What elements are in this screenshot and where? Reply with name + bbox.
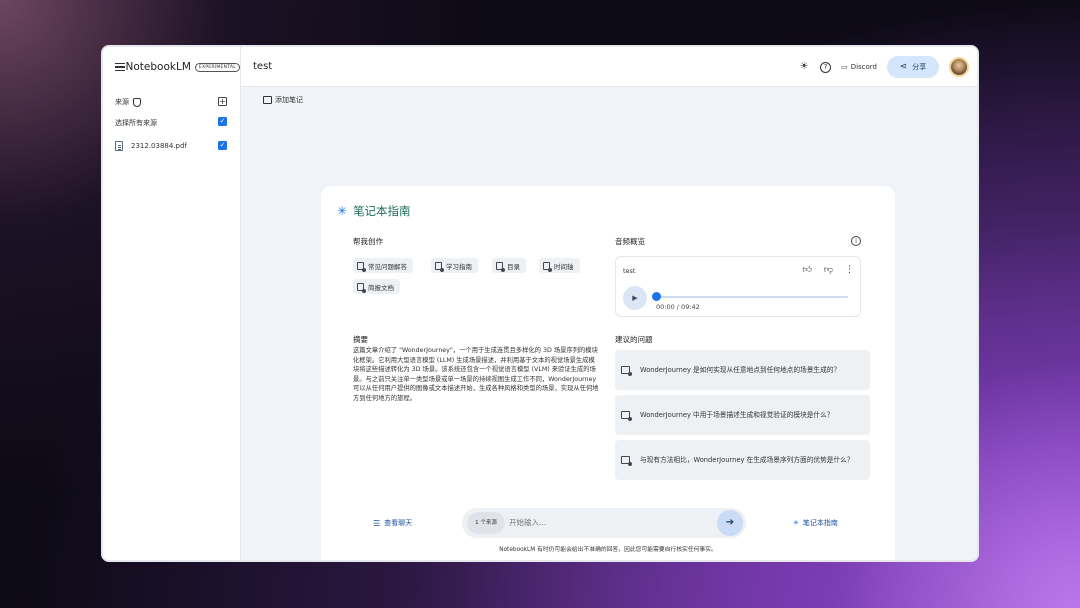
guide-title-text: 笔记本指南 — [353, 204, 411, 218]
chip-faq[interactable]: 常见问题解答 — [353, 258, 413, 273]
select-all-row: 选择所有来源 — [115, 118, 157, 128]
chat-input[interactable] — [509, 508, 689, 538]
guide-title: ✳ 笔记本指南 — [337, 203, 411, 219]
more-vert-icon[interactable]: ⋮ — [845, 265, 854, 275]
suggested-question[interactable]: 与现有方法相比，WonderJourney 在生成场景序列方面的优势是什么？ — [615, 440, 870, 480]
question-text: 与现有方法相比，WonderJourney 在生成场景序列方面的优势是什么？ — [640, 456, 854, 464]
chip-label: 时间轴 — [554, 262, 574, 271]
chat-bubble-icon: ▭ — [841, 63, 848, 71]
audio-time: 00:00 / 09:42 — [656, 303, 700, 311]
send-button[interactable]: ➔ — [717, 510, 743, 536]
timeline-icon — [543, 261, 552, 272]
chip-label: 简报文档 — [368, 283, 394, 292]
sparkle-icon: ✳ — [337, 204, 348, 218]
notebook-guide-label: 笔记本指南 — [802, 519, 838, 527]
chip-label: 常见问题解答 — [368, 262, 407, 271]
source-count-badge[interactable]: 1 个来源 — [467, 512, 505, 534]
topbar-actions: ☀ ? ▭ Discord ⋖ 分享 — [798, 47, 969, 87]
help-icon[interactable]: ? — [820, 61, 832, 73]
audio-progress-handle[interactable] — [652, 292, 661, 301]
thumbs-up-icon[interactable]: 👍︎ — [802, 265, 811, 275]
share-button[interactable]: ⋖ 分享 — [887, 56, 939, 78]
share-icon: ⋖ — [899, 62, 908, 72]
select-all-label: 选择所有来源 — [115, 119, 157, 127]
menu-icon[interactable] — [115, 63, 125, 71]
question-text: WonderJourney 中用于场景描述生成和视觉验证的模块是什么？ — [640, 411, 834, 419]
audio-player: test 👍︎ 👎︎ ⋮ ▶ 00:00 / 09:42 — [615, 256, 861, 317]
add-note-label: 添加笔记 — [275, 96, 303, 104]
chip-toc[interactable]: 目录 — [492, 258, 526, 273]
audio-overview-label: 音频概览 — [615, 237, 645, 246]
chat-bar: ☰ 查看聊天 1 个来源 ➔ ✳ 笔记本指南 — [321, 508, 895, 548]
select-all-checkbox[interactable]: ✓ — [218, 117, 227, 126]
disclaimer: NotebookLM 有时仍可能会给出不准确的回答，因此您可能需要自行核实任何事… — [499, 547, 717, 553]
discord-label: Discord — [850, 63, 877, 71]
briefing-doc-icon — [357, 282, 366, 293]
brightness-icon[interactable]: ☀ — [798, 61, 810, 73]
top-bar: test ☀ ? ▭ Discord ⋖ 分享 — [241, 47, 977, 87]
share-label: 分享 — [912, 63, 927, 71]
summary-text: 这篇文章介绍了 "WonderJourney"，一个用于生成连贯且多样化的 3D… — [353, 347, 599, 402]
suggested-question[interactable]: WonderJourney 是如何实现从任意地点到任何地点的场景生成的？ — [615, 350, 870, 390]
avatar[interactable] — [949, 57, 969, 77]
question-icon — [621, 456, 632, 466]
view-chat-button[interactable]: ☰ 查看聊天 — [373, 518, 412, 528]
chip-label: 目录 — [507, 262, 520, 271]
sources-header: 来源 — [115, 97, 141, 107]
info-icon[interactable]: i — [851, 236, 861, 246]
shield-icon — [133, 97, 141, 107]
source-item[interactable]: 2312.03884.pdf — [115, 141, 187, 151]
source-checkbox[interactable]: ✓ — [218, 141, 227, 150]
sparkle-icon: ✳ — [793, 519, 799, 527]
app-logo: NotebookLM — [125, 61, 191, 73]
app-window: NotebookLM EXPERIMENTAL 来源 + 选择所有来源 ✓ 23… — [101, 45, 979, 562]
audio-progress-track[interactable] — [656, 296, 848, 298]
question-icon — [621, 411, 632, 421]
suggested-questions-label: 建议的问题 — [615, 335, 653, 344]
source-file-name: 2312.03884.pdf — [131, 142, 187, 150]
play-button[interactable]: ▶ — [623, 286, 647, 310]
chat-input-container: 1 个来源 ➔ — [462, 508, 746, 538]
chip-label: 学习指南 — [446, 262, 472, 271]
thumbs-down-icon[interactable]: 👎︎ — [824, 265, 833, 275]
notebook-guide-card: ✳ 笔记本指南 帮我创作 常见问题解答 学习指南 目录 时间轴 简报文档 摘要 … — [321, 186, 895, 560]
faq-icon — [357, 261, 366, 272]
chip-study-guide[interactable]: 学习指南 — [431, 258, 478, 273]
add-note-button[interactable]: 添加笔记 — [263, 95, 303, 105]
notebook-guide-button[interactable]: ✳ 笔记本指南 — [793, 518, 838, 528]
notebook-title[interactable]: test — [253, 61, 272, 72]
sources-label: 来源 — [115, 98, 129, 106]
study-guide-icon — [435, 261, 444, 272]
sidebar-header: NotebookLM EXPERIMENTAL — [103, 47, 240, 87]
chat-list-icon: ☰ — [373, 518, 381, 528]
question-text: WonderJourney 是如何实现从任意地点到任何地点的场景生成的？ — [640, 366, 841, 374]
sources-sidebar: NotebookLM EXPERIMENTAL 来源 + 选择所有来源 ✓ 23… — [103, 47, 241, 560]
experimental-badge: EXPERIMENTAL — [194, 62, 240, 72]
document-icon — [115, 141, 123, 151]
audio-actions: 👍︎ 👎︎ ⋮ — [802, 265, 854, 275]
add-source-button[interactable]: + — [218, 97, 227, 106]
summary-label: 摘要 — [353, 335, 368, 344]
help-create-label: 帮我创作 — [353, 237, 383, 246]
audio-title: test — [623, 267, 636, 275]
suggested-question[interactable]: WonderJourney 中用于场景描述生成和视觉验证的模块是什么？ — [615, 395, 870, 435]
chip-timeline[interactable]: 时间轴 — [539, 258, 580, 273]
note-icon — [263, 96, 272, 104]
chip-briefing-doc[interactable]: 简报文档 — [353, 279, 400, 294]
toc-icon — [496, 261, 505, 272]
question-icon — [621, 366, 632, 376]
discord-link[interactable]: ▭ Discord — [841, 63, 877, 71]
view-chat-label: 查看聊天 — [384, 519, 413, 527]
